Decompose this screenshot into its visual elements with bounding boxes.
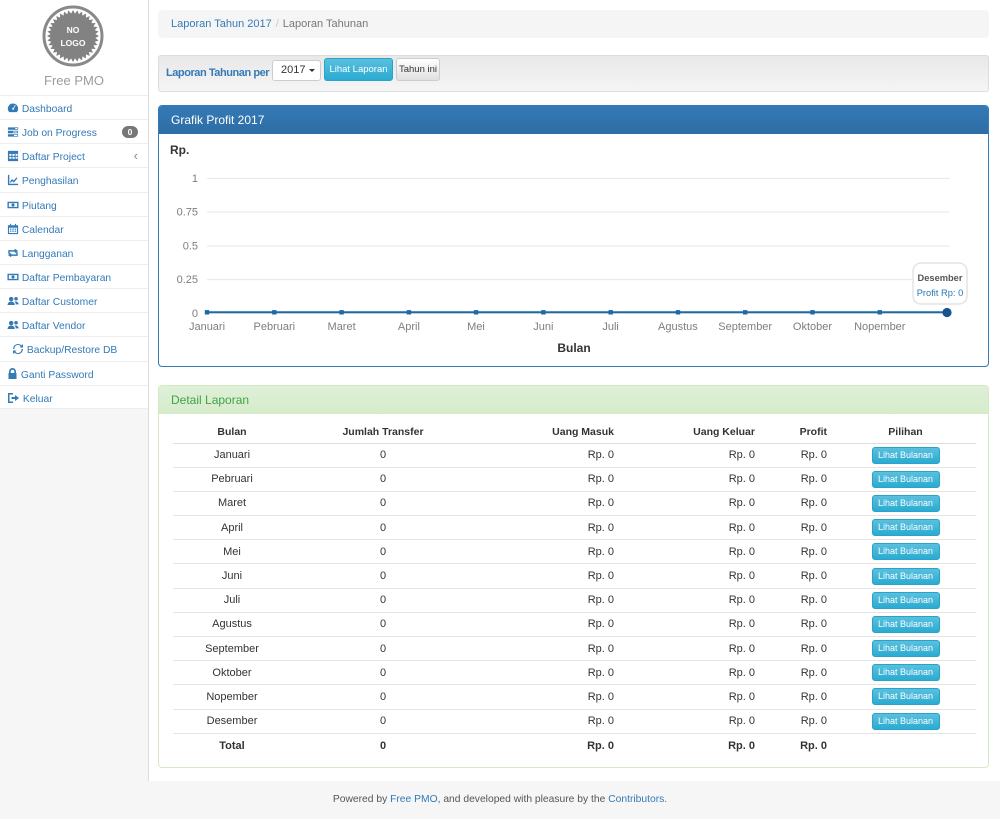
svg-text:Mei: Mei	[467, 321, 485, 333]
svg-text:1: 1	[192, 173, 198, 185]
svg-text:Agustus: Agustus	[658, 321, 698, 333]
svg-text:Desember: Desember	[918, 273, 963, 283]
svg-text:0.5: 0.5	[183, 241, 198, 253]
svg-text:Januari: Januari	[189, 321, 225, 333]
svg-text:Oktober: Oktober	[793, 321, 832, 333]
svg-text:Bulan: Bulan	[557, 341, 590, 355]
svg-text:Juli: Juli	[602, 321, 619, 333]
svg-text:LOGO: LOGO	[60, 38, 85, 48]
svg-text:September: September	[718, 321, 772, 333]
svg-text:0.25: 0.25	[177, 274, 198, 286]
svg-text:NO: NO	[67, 25, 80, 35]
svg-text:Pebruari: Pebruari	[254, 321, 296, 333]
svg-text:Juni: Juni	[533, 321, 553, 333]
svg-text:April: April	[398, 321, 420, 333]
svg-text:Profit Rp: 0: Profit Rp: 0	[917, 288, 964, 298]
svg-text:Nopember: Nopember	[854, 321, 906, 333]
svg-text:Maret: Maret	[328, 321, 356, 333]
svg-text:Rp.: Rp.	[170, 143, 189, 157]
svg-text:0.75: 0.75	[177, 207, 198, 219]
svg-text:0: 0	[192, 308, 198, 320]
